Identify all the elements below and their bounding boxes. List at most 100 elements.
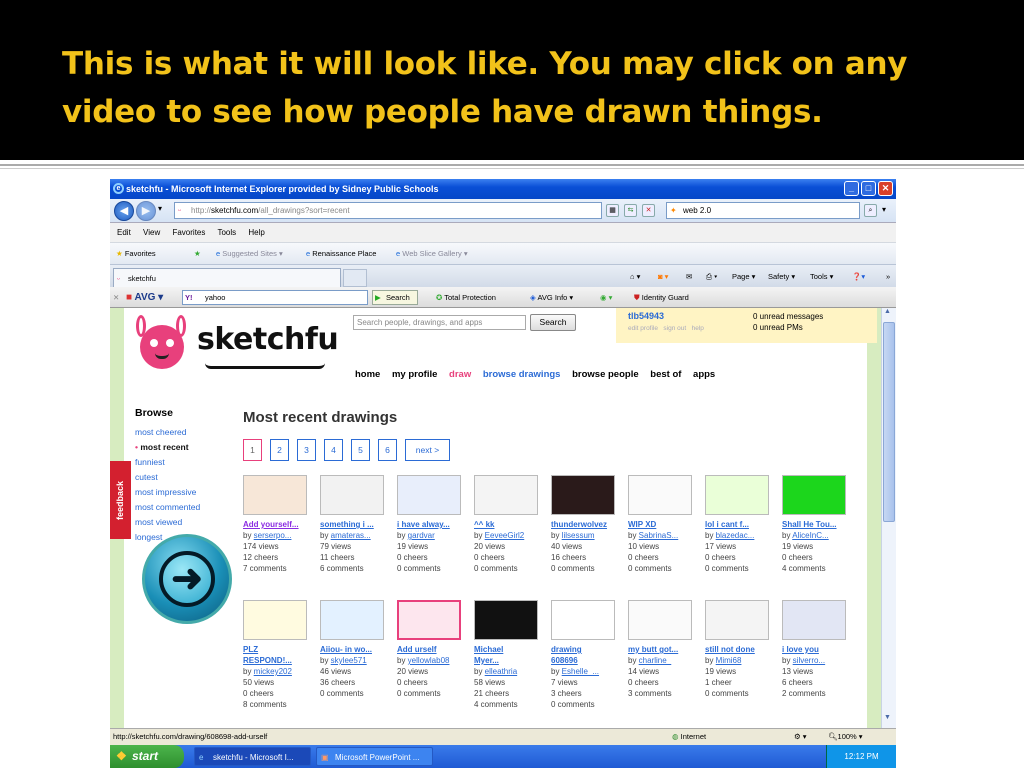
drawing-title-link[interactable]: something i ... bbox=[320, 519, 392, 530]
rss-icon[interactable]: ◙ ▾ bbox=[658, 265, 668, 288]
vertical-scrollbar[interactable]: ▲ ▼ bbox=[881, 308, 896, 728]
close-icon[interactable]: ✕ bbox=[113, 287, 119, 308]
site-search-button[interactable]: Search bbox=[530, 314, 576, 331]
drawing-thumbnail[interactable] bbox=[551, 600, 615, 640]
drawing-thumbnail[interactable] bbox=[397, 600, 461, 640]
nav-best-of[interactable]: best of bbox=[650, 369, 681, 380]
task-powerpoint[interactable]: ▣ Microsoft PowerPoint ... bbox=[316, 747, 433, 766]
drawing-card[interactable]: thunderwolvez by lilsessum 40 views 16 chee… bbox=[551, 475, 623, 574]
nav-home[interactable]: home bbox=[355, 369, 380, 380]
favorites-button[interactable]: ★ Favorites bbox=[116, 243, 156, 265]
avg-status-icon[interactable]: ◉ ▾ bbox=[600, 287, 612, 308]
browse-most-impressive[interactable]: most impressive bbox=[135, 485, 200, 500]
author-link[interactable]: charline_ bbox=[639, 656, 671, 665]
suggested-sites-link[interactable]: e Suggested Sites ▾ bbox=[216, 243, 283, 265]
author-link[interactable]: serserpo... bbox=[254, 531, 292, 540]
forward-button[interactable]: ▶ bbox=[136, 201, 156, 221]
add-favorite-icon[interactable]: ★ bbox=[194, 243, 201, 265]
drawing-title-link[interactable]: i have alway... bbox=[397, 519, 469, 530]
drawing-title-link[interactable]: Shall He Tou... bbox=[782, 519, 854, 530]
scroll-up-icon[interactable]: ▲ bbox=[884, 308, 891, 315]
user-links[interactable]: edit profile sign out help bbox=[628, 325, 704, 332]
drawing-thumbnail[interactable] bbox=[474, 600, 538, 640]
drawing-title-link[interactable]: Add yourself... bbox=[243, 519, 315, 530]
drawing-card[interactable]: Add urself by yellowlab08 20 views 0 cheers… bbox=[397, 600, 469, 699]
page-2[interactable]: 2 bbox=[270, 439, 289, 461]
drawing-card[interactable]: lol i cant f... by blazedac... 17 views 0 c… bbox=[705, 475, 777, 574]
page-5[interactable]: 5 bbox=[351, 439, 370, 461]
identity-guard-button[interactable]: ⛊ Identity Guard bbox=[634, 287, 689, 308]
drawing-card[interactable]: i love you by silverro... 13 views 6 cheers… bbox=[782, 600, 854, 699]
compatibility-icon[interactable]: ▦ bbox=[606, 204, 619, 217]
page-menu[interactable]: Page ▾ bbox=[732, 265, 755, 288]
drawing-card[interactable]: something i ... by amateras... 79 views 11 … bbox=[320, 475, 392, 574]
browse-most-commented[interactable]: most commented bbox=[135, 500, 200, 515]
menu-view[interactable]: View bbox=[143, 228, 160, 237]
drawing-card[interactable]: PLZ RESPOND!... by mickey202 50 views 0 chee… bbox=[243, 600, 315, 710]
drawing-thumbnail[interactable] bbox=[320, 475, 384, 515]
menu-favorites[interactable]: Favorites bbox=[172, 228, 205, 237]
menu-edit[interactable]: Edit bbox=[117, 228, 131, 237]
author-link[interactable]: mickey202 bbox=[254, 667, 292, 676]
avg-logo[interactable]: ■ AVG ▾ bbox=[126, 287, 163, 308]
scroll-thumb[interactable] bbox=[883, 322, 895, 522]
search-icon[interactable]: ⌕ bbox=[864, 204, 877, 217]
maximize-button[interactable]: □ bbox=[861, 181, 876, 196]
web-slice-gallery-link[interactable]: e Web Slice Gallery ▾ bbox=[396, 243, 468, 265]
author-link[interactable]: lilsessum bbox=[562, 531, 595, 540]
site-search-input[interactable]: Search people, drawings, and apps bbox=[353, 315, 526, 330]
stop-icon[interactable]: ✕ bbox=[642, 204, 655, 217]
author-link[interactable]: blazedac... bbox=[716, 531, 755, 540]
protected-mode-icon[interactable]: ⚙ ▾ bbox=[794, 729, 807, 745]
drawing-title-link[interactable]: Myer... bbox=[474, 655, 546, 666]
author-link[interactable]: AliceInC... bbox=[792, 531, 828, 540]
drawing-thumbnail[interactable] bbox=[628, 600, 692, 640]
browse-most-viewed[interactable]: most viewed bbox=[135, 515, 200, 530]
browse-funniest[interactable]: funniest bbox=[135, 455, 200, 470]
nav-draw[interactable]: draw bbox=[449, 369, 471, 380]
drawing-title-link[interactable]: Michael bbox=[474, 644, 546, 655]
more-icon[interactable]: » bbox=[886, 265, 890, 288]
drawing-thumbnail[interactable] bbox=[243, 475, 307, 515]
chevron-down-icon[interactable]: ▾ bbox=[158, 204, 162, 213]
nav-browse-drawings[interactable]: browse drawings bbox=[483, 369, 561, 380]
drawing-title-link[interactable]: still not done bbox=[705, 644, 777, 655]
drawing-thumbnail[interactable] bbox=[705, 475, 769, 515]
drawing-thumbnail[interactable] bbox=[551, 475, 615, 515]
drawing-card[interactable]: Michael Myer... by elleathria 58 views 21 ch… bbox=[474, 600, 546, 710]
nav-browse-people[interactable]: browse people bbox=[572, 369, 639, 380]
drawing-title-link[interactable]: RESPOND!... bbox=[243, 655, 315, 666]
scroll-down-icon[interactable]: ▼ bbox=[884, 714, 891, 721]
drawing-title-link[interactable]: lol i cant f... bbox=[705, 519, 777, 530]
drawing-title-link[interactable]: drawing bbox=[551, 644, 623, 655]
renaissance-place-link[interactable]: e Renaissance Place bbox=[306, 243, 376, 265]
feedback-tab[interactable]: feedback bbox=[110, 461, 131, 539]
drawing-thumbnail[interactable] bbox=[474, 475, 538, 515]
drawing-thumbnail[interactable] bbox=[782, 600, 846, 640]
avg-search-input[interactable]: Y! yahoo bbox=[182, 290, 368, 305]
author-link[interactable]: skylee571 bbox=[331, 656, 367, 665]
start-button[interactable]: ❖ start bbox=[110, 745, 184, 768]
nav-apps[interactable]: apps bbox=[693, 369, 715, 380]
nav-my-profile[interactable]: my profile bbox=[392, 369, 437, 380]
safety-menu[interactable]: Safety ▾ bbox=[768, 265, 795, 288]
author-link[interactable]: Mimi68 bbox=[716, 656, 742, 665]
drawing-thumbnail[interactable] bbox=[705, 600, 769, 640]
drawing-title-link[interactable]: PLZ bbox=[243, 644, 315, 655]
zoom-control[interactable]: 🔍︎100% ▾ bbox=[828, 729, 863, 745]
drawing-card[interactable]: drawing 608696 by Eshelle_... 7 views 3 chee… bbox=[551, 600, 623, 710]
next-page[interactable]: next > bbox=[405, 439, 450, 461]
page-1[interactable]: 1 bbox=[243, 439, 262, 461]
drawing-card[interactable]: WIP XD by SabrinaS... 10 views 0 cheers 0 co… bbox=[628, 475, 700, 574]
print-icon[interactable]: ⎙ ▾ bbox=[706, 265, 717, 288]
drawing-card[interactable]: my butt got... by charline_ 14 views 0 chee… bbox=[628, 600, 700, 699]
author-link[interactable]: silverro... bbox=[793, 656, 825, 665]
author-link[interactable]: Eshelle_... bbox=[562, 667, 599, 676]
tools-menu[interactable]: Tools ▾ bbox=[810, 265, 833, 288]
username-link[interactable]: tlb54943 bbox=[628, 311, 664, 321]
refresh-icon[interactable]: ⇆ bbox=[624, 204, 637, 217]
author-link[interactable]: elleathria bbox=[485, 667, 517, 676]
drawing-title-link[interactable]: WIP XD bbox=[628, 519, 700, 530]
drawing-title-link[interactable]: 608696 bbox=[551, 655, 623, 666]
security-zone[interactable]: ◍ Internet bbox=[672, 729, 706, 745]
